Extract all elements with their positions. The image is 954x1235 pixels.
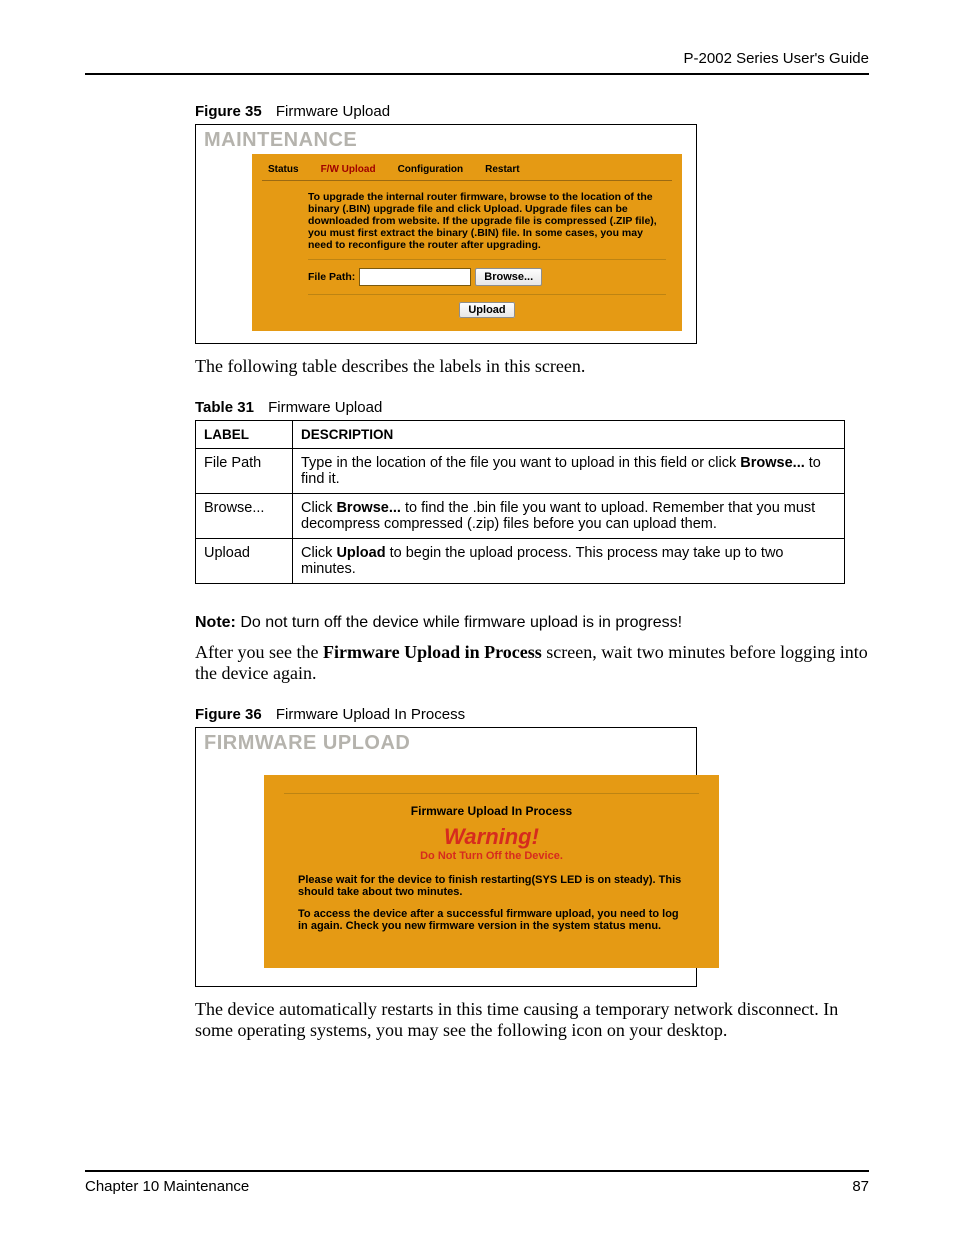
tab-status[interactable]: Status <box>258 160 311 180</box>
file-path-row: File Path: Browse... <box>308 268 666 286</box>
after-note-paragraph: After you see the Firmware Upload in Pro… <box>195 642 869 684</box>
cell-label: Browse... <box>196 494 293 539</box>
cell-desc: Click Browse... to find the .bin file yo… <box>293 494 845 539</box>
figure35-num: Figure 35 <box>195 103 262 120</box>
figure35-title: Firmware Upload <box>276 103 390 120</box>
browse-button[interactable]: Browse... <box>475 268 542 286</box>
tab-configuration[interactable]: Configuration <box>388 160 476 180</box>
table31-caption: Table 31 Firmware Upload <box>195 399 869 416</box>
tab-fw-upload[interactable]: F/W Upload <box>311 160 388 180</box>
cell-label: File Path <box>196 449 293 494</box>
tab-restart[interactable]: Restart <box>475 160 531 180</box>
warning-text: Warning! <box>284 824 699 850</box>
tab-bar: Status F/W Upload Configuration Restart <box>252 154 682 180</box>
intro-sentence: The following table describes the labels… <box>195 356 869 377</box>
desc-pre: Type in the location of the file you wan… <box>301 455 740 471</box>
desc-bold: Browse... <box>740 455 804 471</box>
upgrade-instruction-text: To upgrade the internal router firmware,… <box>308 191 666 251</box>
desc-pre: Click <box>301 545 336 561</box>
table31: LABEL DESCRIPTION File Path Type in the … <box>195 420 845 584</box>
figure35-screenshot: MAINTENANCE Status F/W Upload Configurat… <box>195 124 697 344</box>
do-not-turn-off-text: Do Not Turn Off the Device. <box>284 850 699 862</box>
table-row: File Path Type in the location of the fi… <box>196 449 845 494</box>
warning-para2: To access the device after a successful … <box>298 908 685 932</box>
figure36-screenshot: FIRMWARE UPLOAD Firmware Upload In Proce… <box>195 727 697 987</box>
table-header-row: LABEL DESCRIPTION <box>196 421 845 449</box>
note-text: Do not turn off the device while firmwar… <box>236 614 682 631</box>
file-path-label: File Path: <box>308 271 355 283</box>
cell-desc: Click Upload to begin the upload process… <box>293 539 845 584</box>
footer-page-number: 87 <box>852 1178 869 1195</box>
table31-title: Firmware Upload <box>268 399 382 416</box>
th-label: LABEL <box>196 421 293 449</box>
last-paragraph: The device automatically restarts in thi… <box>195 999 869 1041</box>
figure35-caption: Figure 35 Firmware Upload <box>195 103 869 120</box>
after-bold: Firmware Upload in Process <box>323 642 542 662</box>
maintenance-panel: Status F/W Upload Configuration Restart … <box>252 154 682 331</box>
table-row: Browse... Click Browse... to find the .b… <box>196 494 845 539</box>
warning-panel: Firmware Upload In Process Warning! Do N… <box>264 775 719 968</box>
cell-desc: Type in the location of the file you wan… <box>293 449 845 494</box>
note-line: Note: Do not turn off the device while f… <box>195 614 869 632</box>
figure36-num: Figure 36 <box>195 706 262 723</box>
desc-bold: Browse... <box>336 500 400 516</box>
table-row: Upload Click Upload to begin the upload … <box>196 539 845 584</box>
table31-num: Table 31 <box>195 399 254 416</box>
footer-rule <box>85 1170 869 1172</box>
figure36-caption: Figure 36 Firmware Upload In Process <box>195 706 869 723</box>
upload-in-process-heading: Firmware Upload In Process <box>284 804 699 818</box>
desc-bold: Upload <box>336 545 385 561</box>
header-rule <box>85 73 869 75</box>
cell-label: Upload <box>196 539 293 584</box>
firmware-upload-heading: FIRMWARE UPLOAD <box>204 732 688 755</box>
figure36-title: Firmware Upload In Process <box>276 706 465 723</box>
upload-button[interactable]: Upload <box>459 302 514 318</box>
footer-chapter: Chapter 10 Maintenance <box>85 1178 249 1195</box>
warning-para1: Please wait for the device to finish res… <box>298 874 685 898</box>
note-label: Note: <box>195 614 236 631</box>
th-description: DESCRIPTION <box>293 421 845 449</box>
after-pre: After you see the <box>195 642 323 662</box>
file-path-input[interactable] <box>359 268 471 286</box>
maintenance-heading: MAINTENANCE <box>204 129 688 152</box>
desc-pre: Click <box>301 500 336 516</box>
footer: Chapter 10 Maintenance 87 <box>85 1170 869 1195</box>
header-guide-title: P-2002 Series User's Guide <box>85 50 869 73</box>
main-content: Figure 35 Firmware Upload MAINTENANCE St… <box>195 103 869 1041</box>
